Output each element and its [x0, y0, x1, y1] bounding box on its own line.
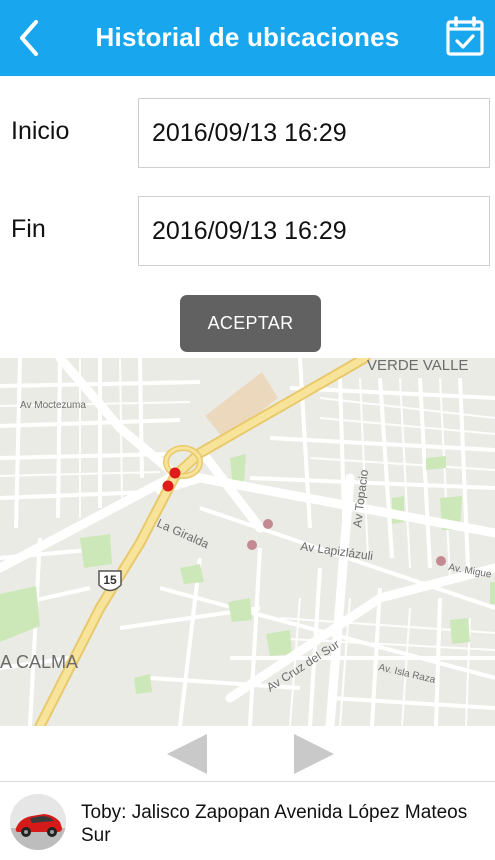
map-label-verde-valle: VERDE VALLE — [367, 358, 468, 374]
start-date-field[interactable]: 2016/09/13 16:29 — [138, 98, 490, 168]
calendar-button[interactable] — [445, 16, 485, 58]
end-date-field[interactable]: 2016/09/13 16:29 — [138, 196, 490, 266]
accept-button[interactable]: ACEPTAR — [180, 295, 321, 352]
triangle-left-icon — [167, 734, 207, 774]
app-bar: Historial de ubicaciones — [0, 0, 495, 76]
location-marker[interactable] — [436, 556, 446, 566]
start-label: Inicio — [11, 117, 70, 145]
red-car-icon — [10, 794, 66, 850]
back-button[interactable] — [10, 14, 50, 62]
map-canvas: 15 VERDE VALLE Av Moctezuma Av Topacio L… — [0, 358, 495, 726]
chevron-left-icon — [20, 20, 38, 56]
vehicle-info[interactable]: Toby: Jalisco Zapopan Avenida López Mate… — [0, 783, 495, 860]
calendar-check-icon — [446, 16, 484, 56]
history-pager — [0, 726, 495, 782]
location-marker[interactable] — [169, 467, 181, 479]
map-label-calma: A CALMA — [0, 652, 78, 672]
location-marker[interactable] — [263, 519, 273, 529]
end-label: Fin — [11, 215, 46, 243]
map-label-moctezuma: Av Moctezuma — [20, 400, 86, 411]
triangle-right-icon — [294, 734, 334, 774]
map-view[interactable]: 15 VERDE VALLE Av Moctezuma Av Topacio L… — [0, 358, 495, 726]
vehicle-location-text: Toby: Jalisco Zapopan Avenida López Mate… — [81, 802, 468, 846]
route-shield-label: 15 — [103, 573, 117, 587]
next-button[interactable] — [290, 730, 338, 778]
location-marker[interactable] — [162, 480, 174, 492]
vehicle-avatar — [10, 794, 66, 850]
previous-button[interactable] — [163, 730, 211, 778]
page-title: Historial de ubicaciones — [95, 22, 400, 52]
location-marker[interactable] — [247, 540, 257, 550]
